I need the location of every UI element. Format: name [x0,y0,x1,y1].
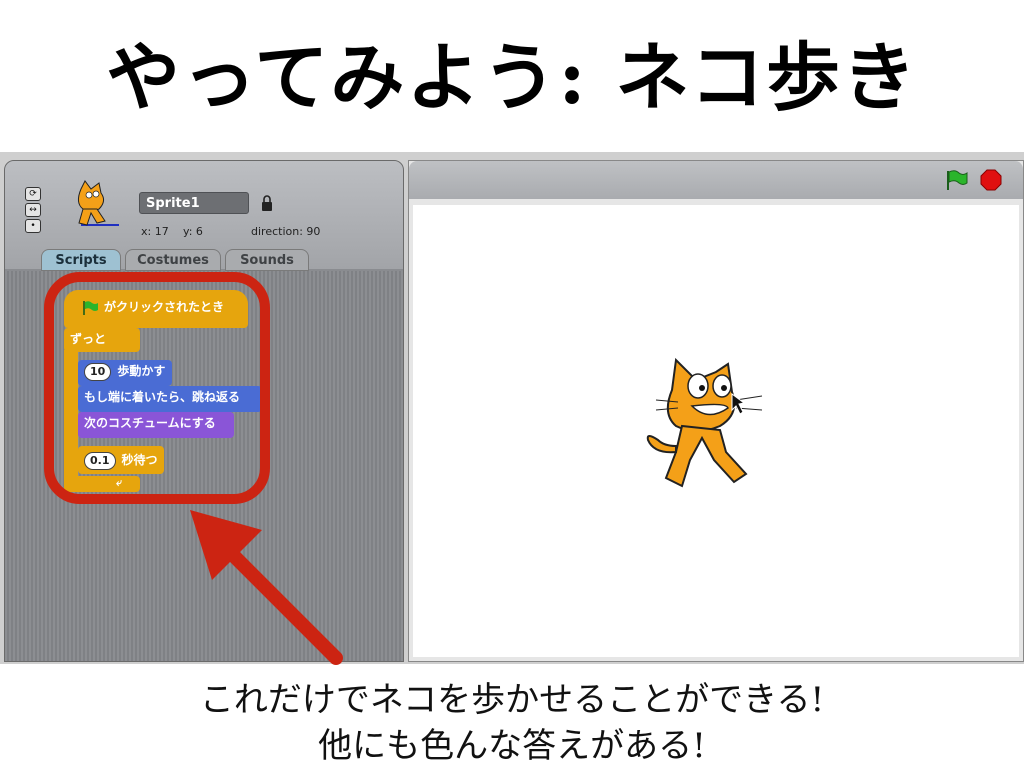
rotate-icon[interactable]: ⟳ [25,187,41,201]
caption-line-2: 他にも色んな答えがある! [318,726,706,766]
sprite-y: y: 6 [183,225,203,238]
left-right-icon[interactable]: ↔ [25,203,41,217]
sprite-thumbnail [77,180,119,226]
slide-title: やってみよう: ネコ歩き [106,35,918,121]
no-rotate-icon[interactable]: • [25,219,41,233]
stage-toolbar [409,161,1023,199]
sprite-header: ⟳ ↔ • Sprite1 x: 17 y: 6 direction: 90 S… [5,161,403,271]
tab-sounds[interactable]: Sounds [225,249,309,271]
sprite-name-field[interactable]: Sprite1 [139,192,249,214]
stop-icon[interactable] [980,169,1002,191]
green-flag-icon[interactable] [945,169,969,191]
sprite-direction: direction: 90 [251,225,321,238]
tab-scripts[interactable]: Scripts [41,249,121,271]
lock-icon[interactable] [261,194,273,212]
highlight-box [44,272,270,504]
sprite-x: x: 17 [141,225,169,238]
cat-sprite[interactable] [636,356,776,496]
tab-costumes[interactable]: Costumes [125,249,221,271]
caption-line-1: これだけでネコを歩かせることができる! [199,680,825,720]
